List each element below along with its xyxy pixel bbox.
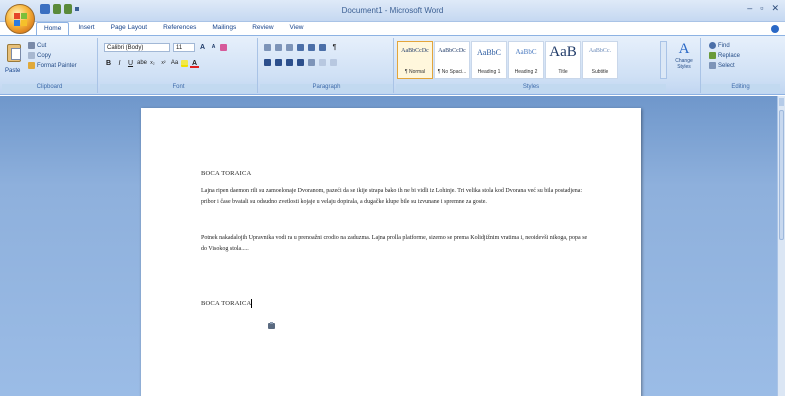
font-size-dropdown[interactable]: 11 (173, 43, 195, 52)
tab-review[interactable]: Review (245, 22, 280, 36)
italic-icon[interactable]: I (115, 59, 124, 68)
view-ruler-button[interactable] (779, 98, 784, 106)
binoculars-icon (709, 42, 716, 49)
line-spacing-icon[interactable] (308, 59, 315, 66)
document-paragraph-1: Lajna ripen daemon rili su zamoelonaje D… (201, 188, 583, 205)
style-subtitle[interactable]: AaBbCc. Subtitle (582, 41, 618, 79)
scissors-icon (28, 42, 35, 49)
bullets-icon[interactable] (264, 44, 271, 51)
font-color-icon[interactable]: A (190, 59, 199, 68)
styles-gallery-scroll[interactable] (660, 41, 667, 79)
minimize-button[interactable]: – (747, 3, 752, 14)
align-center-icon[interactable] (275, 59, 282, 66)
align-right-icon[interactable] (286, 59, 293, 66)
change-case-icon[interactable]: Aa (170, 59, 179, 68)
font-group-label: Font (100, 84, 257, 93)
document-heading: BOCA TORAICA (201, 170, 252, 177)
styles-group-label: Styles (396, 84, 666, 93)
tab-view[interactable]: View (283, 22, 311, 36)
maximize-button[interactable]: ▫ (760, 3, 763, 14)
office-logo-icon (14, 13, 27, 26)
copy-button[interactable]: Copy (28, 52, 51, 59)
copy-icon (28, 52, 35, 59)
highlight-icon[interactable] (181, 60, 188, 67)
paste-label: Paste (5, 68, 21, 74)
paintbrush-icon (28, 62, 35, 69)
paste-button[interactable]: Paste (5, 42, 25, 78)
clipboard-group: Paste Cut Copy Format Painter Clipboard (2, 38, 98, 93)
clipboard-group-label: Clipboard (2, 84, 97, 93)
replace-button[interactable]: Replace (709, 52, 740, 59)
subscript-icon[interactable]: x₂ (148, 59, 157, 68)
document-heading-2: BOCA TORAICA (201, 299, 253, 309)
close-button[interactable]: ✕ (771, 3, 779, 14)
borders-icon[interactable] (330, 59, 337, 66)
styles-gallery: AaBbCcDc ¶ Normal AaBbCcDc ¶ No Spaci...… (397, 41, 664, 79)
numbering-icon[interactable] (275, 44, 282, 51)
shading-icon[interactable] (319, 59, 326, 66)
grow-font-icon[interactable]: A (198, 43, 207, 52)
style-no-spacing[interactable]: AaBbCcDc ¶ No Spaci... (434, 41, 470, 79)
scrollbar-thumb[interactable] (779, 110, 784, 240)
underline-icon[interactable]: U (126, 59, 135, 68)
style-normal[interactable]: AaBbCcDc ¶ Normal (397, 41, 433, 79)
document-page[interactable]: BOCA TORAICA Lajna ripen daemon rili su … (141, 108, 641, 396)
help-icon[interactable] (771, 25, 779, 33)
paragraph-group-label: Paragraph (260, 84, 393, 93)
strikethrough-icon[interactable]: abe (137, 59, 147, 68)
window-controls: – ▫ ✕ (747, 3, 779, 14)
paste-options-icon[interactable] (267, 322, 276, 330)
font-name-dropdown[interactable]: Calibri (Body) (104, 43, 170, 52)
cut-button[interactable]: Cut (28, 42, 46, 49)
tab-references[interactable]: References (156, 22, 203, 36)
editing-group-label: Editing (701, 84, 780, 93)
style-heading-2[interactable]: AaBbC Heading 2 (508, 41, 544, 79)
justify-icon[interactable] (297, 59, 304, 66)
tab-page-layout[interactable]: Page Layout (104, 22, 155, 36)
change-styles-icon: A (678, 41, 690, 57)
office-button[interactable] (5, 4, 35, 34)
text-cursor (251, 299, 253, 309)
show-marks-icon[interactable]: ¶ (330, 43, 339, 52)
tab-mailings[interactable]: Mailings (205, 22, 243, 36)
bold-icon[interactable]: B (104, 59, 113, 68)
paragraph-group: ¶ Paragraph (260, 38, 394, 93)
change-styles-button[interactable]: A Change Styles (671, 40, 697, 80)
format-painter-button[interactable]: Format Painter (28, 62, 77, 69)
ribbon: Paste Cut Copy Format Painter Clipboard … (0, 35, 785, 95)
superscript-icon[interactable]: x² (159, 59, 168, 68)
document-area: BOCA TORAICA Lajna ripen daemon rili su … (0, 96, 777, 396)
increase-indent-icon[interactable] (308, 44, 315, 51)
select-icon (709, 62, 716, 69)
align-left-icon[interactable] (264, 59, 271, 66)
multilevel-list-icon[interactable] (286, 44, 293, 51)
replace-icon (709, 52, 716, 59)
find-button[interactable]: Find (709, 42, 730, 49)
font-group: Calibri (Body) 11 A A B I U abe x₂ x² Aa… (100, 38, 258, 93)
clear-formatting-icon[interactable] (220, 44, 227, 51)
shrink-font-icon[interactable]: A (209, 43, 218, 52)
style-title[interactable]: AaB Title (545, 41, 581, 79)
tab-home[interactable]: Home (36, 22, 70, 36)
select-button[interactable]: Select (709, 62, 735, 69)
window-title: Document1 - Microsoft Word (341, 6, 444, 15)
ribbon-tabs: Home Insert Page Layout References Maili… (36, 22, 311, 36)
vertical-scrollbar[interactable] (777, 96, 785, 396)
editing-group: Find Replace Select Editing (700, 38, 780, 93)
sort-icon[interactable] (319, 44, 326, 51)
title-bar: Document1 - Microsoft Word – ▫ ✕ (0, 0, 785, 22)
document-paragraph-2: Potnek nakadalojih Upravnika vodi ra u p… (201, 235, 588, 252)
decrease-indent-icon[interactable] (297, 44, 304, 51)
tab-insert[interactable]: Insert (71, 22, 101, 36)
style-heading-1[interactable]: AaBbC Heading 1 (471, 41, 507, 79)
